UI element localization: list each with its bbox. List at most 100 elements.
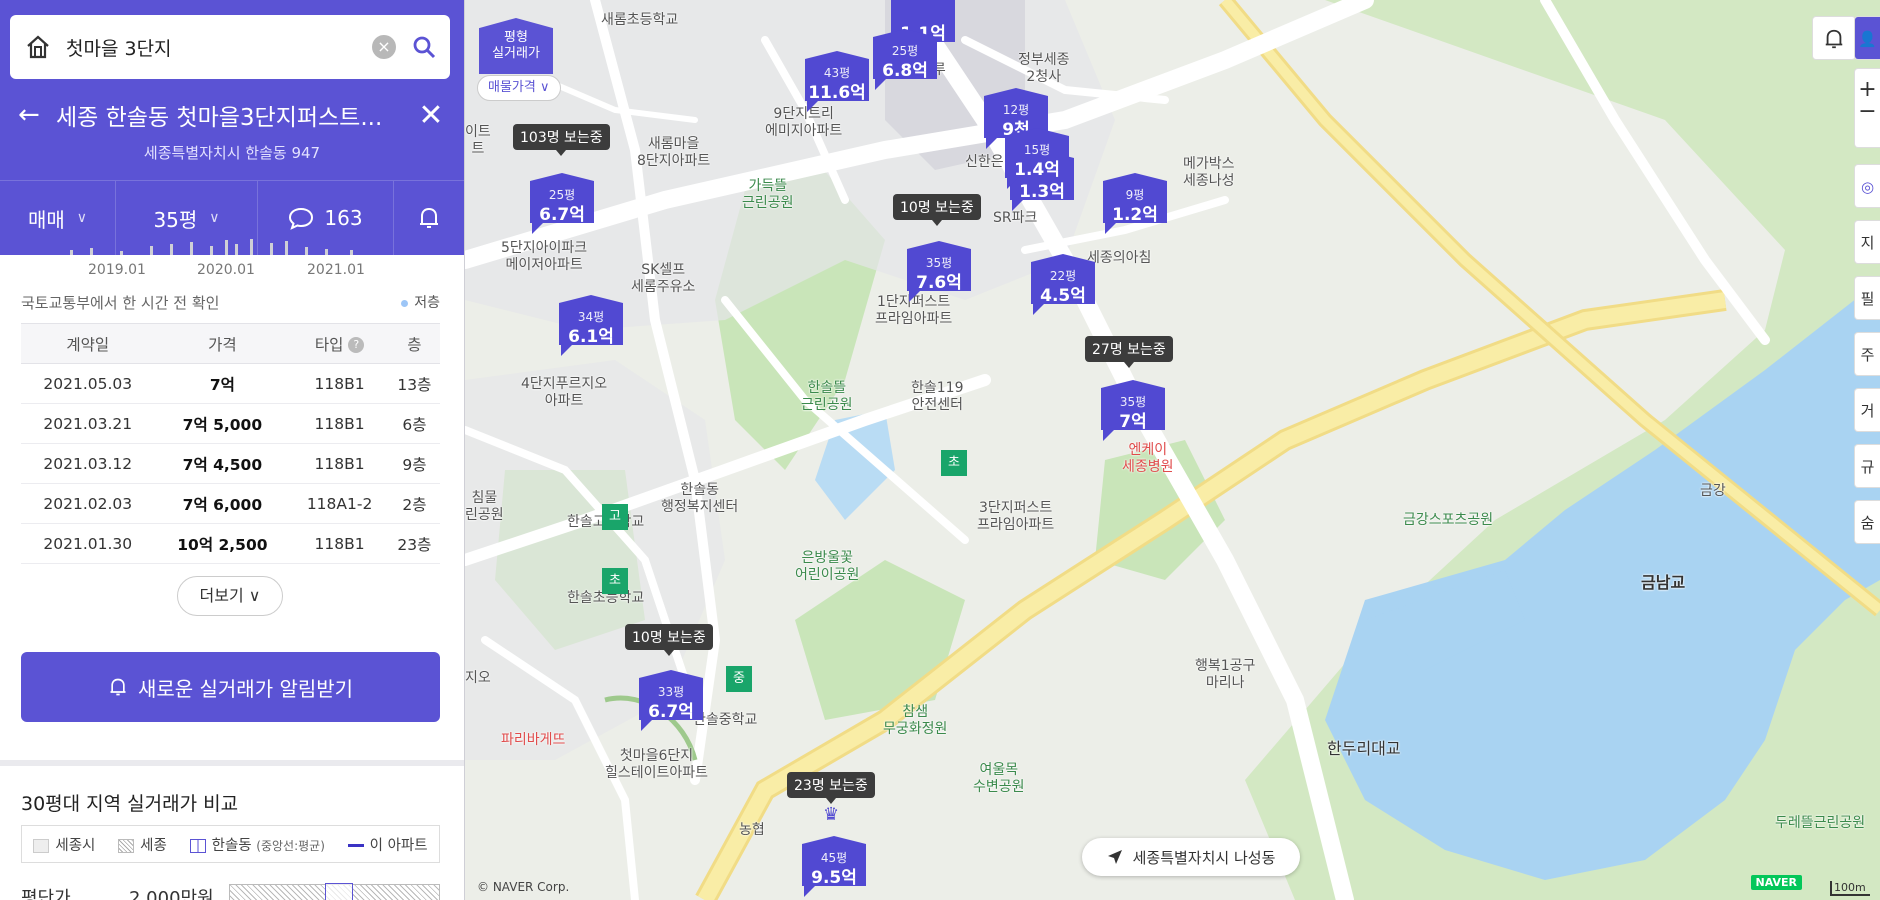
map-label: 한두리대교 [1327, 739, 1401, 758]
side-button-1[interactable]: 지 [1854, 220, 1880, 264]
map-label: 여울목 수변공원 [973, 762, 1025, 795]
zoom-controls[interactable]: + − [1854, 68, 1880, 148]
legend-item: 세종 [118, 834, 167, 855]
map-label: 첫마을6단지 힐스테이트아파트 [605, 748, 709, 781]
complex-title: 세종 한솔동 첫마을3단지퍼스트... [56, 105, 383, 131]
detail-panel: 첫마을 3단지 × ← 세종 한솔동 첫마을3단지퍼스트... ✕ 세종특별자치… [0, 0, 465, 900]
home-icon[interactable] [24, 33, 52, 61]
price-pin[interactable]: 25평 6.8억 [873, 21, 945, 93]
search-bar[interactable]: 첫마을 3단지 × [10, 15, 450, 79]
user-icon[interactable]: 👤 [1854, 16, 1880, 60]
legend-item: 이 아파트 [347, 834, 428, 855]
more-button[interactable]: 더보기 ∨ [177, 576, 283, 616]
price-pin[interactable]: 35평 7억 [1101, 372, 1173, 444]
map-label: 침물 린공원 [465, 490, 504, 523]
map-label: 한솔뜰 근린공원 [801, 380, 853, 413]
price-pin[interactable]: 45평 9.5억 [802, 828, 874, 900]
school-flag-icon[interactable]: 초 [602, 568, 628, 594]
side-button-6[interactable]: 숨 [1854, 500, 1880, 544]
compare-bar [229, 883, 440, 900]
compare-value: 2,000만원 [129, 888, 214, 900]
bell-icon [1825, 29, 1843, 49]
year-label: 2021.01 [307, 262, 365, 278]
legend-low-floor: 저층 [401, 292, 440, 312]
viewers-bubble: 27명 보는중 [1085, 336, 1173, 368]
search-input[interactable]: 첫마을 3단지 [66, 34, 372, 61]
price-pin[interactable]: 22평 4.5억 [1031, 246, 1103, 318]
crown-icon: ♛ [823, 804, 840, 825]
notification-bell-button[interactable] [1812, 16, 1856, 60]
table-row: 2021.02.03 7억 6,000 118A1-2 2층 [21, 483, 440, 524]
notify-bell-button[interactable] [394, 181, 464, 255]
current-location-pill[interactable]: 세종특별자치시 나성동 [1082, 838, 1300, 876]
map-label: 농협 [739, 822, 765, 838]
map-label: 한솔119 안전센터 [911, 380, 964, 413]
table-row: 2021.03.21 7억 5,000 118B1 6층 [21, 403, 440, 444]
price-type-pin[interactable]: 평형 실거래가 [479, 18, 553, 74]
price-pin[interactable]: 35평 7.6억 [907, 233, 979, 305]
chat-bubble-icon [289, 207, 314, 230]
chevron-down-icon: ∨ [539, 80, 550, 95]
map-label: 은방울꽃 어린이공원 [795, 550, 860, 583]
side-button-2[interactable]: 필 [1854, 276, 1880, 320]
price-pin[interactable]: 33평 6.7억 [639, 662, 711, 734]
map-label: 이트 트 [465, 124, 491, 157]
col-price: 가격 [154, 323, 291, 364]
map-label: 한솔동 행정복지센터 [661, 482, 739, 515]
price-pin[interactable]: 15평 1.4억 [1005, 120, 1077, 192]
map-label: 5단지아이파크 메이저아파트 [501, 240, 588, 273]
price-pin[interactable]: 25평 6.7억 [530, 165, 602, 237]
scale-bar: 100m [1830, 881, 1870, 896]
chevron-down-icon: ∨ [248, 586, 261, 605]
source-text: 국토교통부에서 한 시간 전 확인 [21, 294, 220, 312]
location-arrow-icon [1107, 850, 1122, 864]
compare-legend: 세종시 세종 한솔동 (중앙선:평균) 이 아파트 [21, 825, 440, 863]
table-row: 2021.01.30 10억 2,500 118B1 23층 [21, 523, 440, 564]
map-label: 행복1공구 마리나 [1195, 658, 1256, 691]
section-divider [0, 760, 464, 766]
school-flag-icon[interactable]: 초 [941, 450, 967, 476]
map-label: 메가박스 세종나성 [1183, 156, 1235, 189]
legend-item: 세종시 [33, 834, 95, 855]
school-flag-icon[interactable]: 중 [726, 666, 752, 692]
my-location-icon[interactable]: ◎ [1854, 164, 1880, 208]
price-type-dropdown[interactable]: 매물가격 ∨ [477, 75, 561, 101]
side-button-3[interactable]: 주 [1854, 332, 1880, 376]
side-button-4[interactable]: 거 [1854, 388, 1880, 432]
price-pin[interactable]: 43평 11.6억 [805, 43, 877, 115]
map-label: SK셀프 세롬주유소 [631, 262, 696, 295]
price-pin[interactable]: 9평 1.2억 [1103, 165, 1175, 237]
map-label: 금강스포츠공원 [1403, 512, 1494, 528]
map-view[interactable]: 새롬초등학교 정부세종 2청사 9단지트리 에미지아파트 새롬마을 8단지아파트… [465, 0, 1880, 900]
map-label: 참샘 무궁화정원 [883, 704, 948, 737]
map-label: 금강 [1700, 483, 1726, 499]
clear-icon[interactable]: × [372, 35, 396, 59]
price-alert-button[interactable]: 새로운 실거래가 알림받기 [21, 652, 440, 722]
search-icon[interactable] [412, 35, 436, 59]
table-row: 2021.05.03 7억 118B1 13층 [21, 363, 440, 404]
map-label: 3단지퍼스트 프라임아파트 [977, 500, 1055, 533]
year-label: 2019.01 [88, 262, 146, 278]
viewers-bubble: 10명 보는중 [625, 624, 713, 656]
side-button-5[interactable]: 규 [1854, 444, 1880, 488]
table-header-row: 계약일 가격 타입 ? 층 [21, 323, 440, 364]
transaction-table: 계약일 가격 타입 ? 층 2021.05.03 7억 118B1 13층 2021.… [21, 323, 440, 564]
close-icon[interactable]: ✕ [416, 98, 446, 133]
table-row: 2021.03.12 7억 4,500 118B1 9층 [21, 443, 440, 484]
panel-header: 첫마을 3단지 × ← 세종 한솔동 첫마을3단지퍼스트... ✕ 세종특별자치… [0, 0, 464, 255]
compare-row: 평단가 2,000만원 [21, 880, 440, 900]
mini-bar-chart [70, 239, 353, 255]
back-arrow-icon[interactable]: ← [18, 100, 56, 130]
complex-address: 세종특별자치시 한솔동 947 [143, 144, 321, 162]
price-pin[interactable]: 34평 6.1억 [559, 287, 631, 359]
school-flag-icon[interactable]: 고 [602, 504, 628, 530]
map-label: 가득뜰 근린공원 [742, 178, 794, 211]
map-label: 새롬초등학교 [601, 12, 679, 28]
map-label: 파리바게뜨 [501, 732, 566, 748]
map-label: 세종의아침 [1087, 250, 1152, 266]
map-label: 신한은 [965, 154, 1004, 170]
map-label: 엔케이 세종병원 [1122, 442, 1174, 475]
help-icon[interactable]: ? [348, 337, 365, 353]
chevron-down-icon: ∨ [209, 210, 220, 226]
map-label: 4단지푸르지오 아파트 [521, 376, 608, 409]
